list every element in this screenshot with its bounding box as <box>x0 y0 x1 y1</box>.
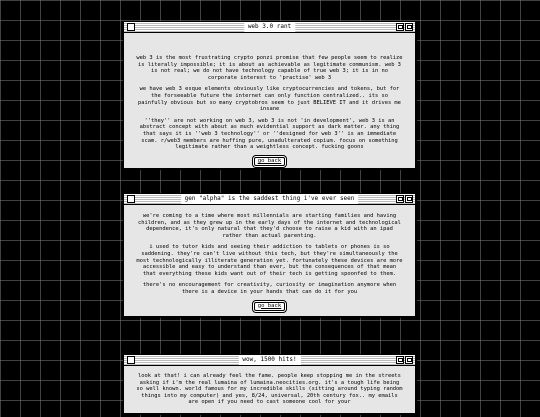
go-back-button[interactable]: go back <box>253 156 286 166</box>
window-content: we're coming to a time where most millen… <box>124 205 415 317</box>
window-titlebar[interactable]: wow, 1500 hits! <box>124 355 415 366</box>
collapse-box-icon[interactable] <box>405 356 413 364</box>
window-content: look at that! i can already feel the fam… <box>124 366 415 417</box>
rant-window-web3: web 3.0 rant web 3 is the most frustrati… <box>123 21 416 169</box>
collapse-box-icon[interactable] <box>405 195 413 203</box>
window-title: wow, 1500 hits! <box>238 355 301 365</box>
paragraph: we have web 3 esque elements obviously l… <box>138 86 401 113</box>
paragraph: web 3 is the most frustrating crypto pon… <box>136 55 403 81</box>
paragraph: look at that! i can already feel the fam… <box>136 373 403 406</box>
window-titlebar[interactable]: web 3.0 rant <box>124 22 415 33</box>
close-box-icon[interactable] <box>127 23 135 31</box>
zoom-box-icon[interactable] <box>396 23 404 31</box>
rant-window-gen-alpha: gen "alpha" is the saddest thing i've ev… <box>123 193 416 317</box>
window-content: web 3 is the most frustrating crypto pon… <box>124 33 415 172</box>
paragraph: we're coming to a time where most millen… <box>138 213 401 239</box>
window-title: web 3.0 rant <box>243 22 296 32</box>
collapse-box-icon[interactable] <box>405 23 413 31</box>
paragraph: there's no encouragement for creativity,… <box>142 282 397 295</box>
go-back-button[interactable]: go back <box>253 301 286 311</box>
window-titlebar[interactable]: gen "alpha" is the saddest thing i've ev… <box>124 194 415 205</box>
window-title: gen "alpha" is the saddest thing i've ev… <box>180 194 359 204</box>
paragraph: i used to tutor kids and seeing their ad… <box>136 244 403 277</box>
rant-window-1500-hits: wow, 1500 hits! look at that! i can alre… <box>123 354 416 414</box>
zoom-box-icon[interactable] <box>396 195 404 203</box>
close-box-icon[interactable] <box>127 356 135 364</box>
paragraph: ''they'' are not working on web 3, web 3… <box>139 117 400 151</box>
zoom-box-icon[interactable] <box>396 356 404 364</box>
close-box-icon[interactable] <box>127 195 135 203</box>
